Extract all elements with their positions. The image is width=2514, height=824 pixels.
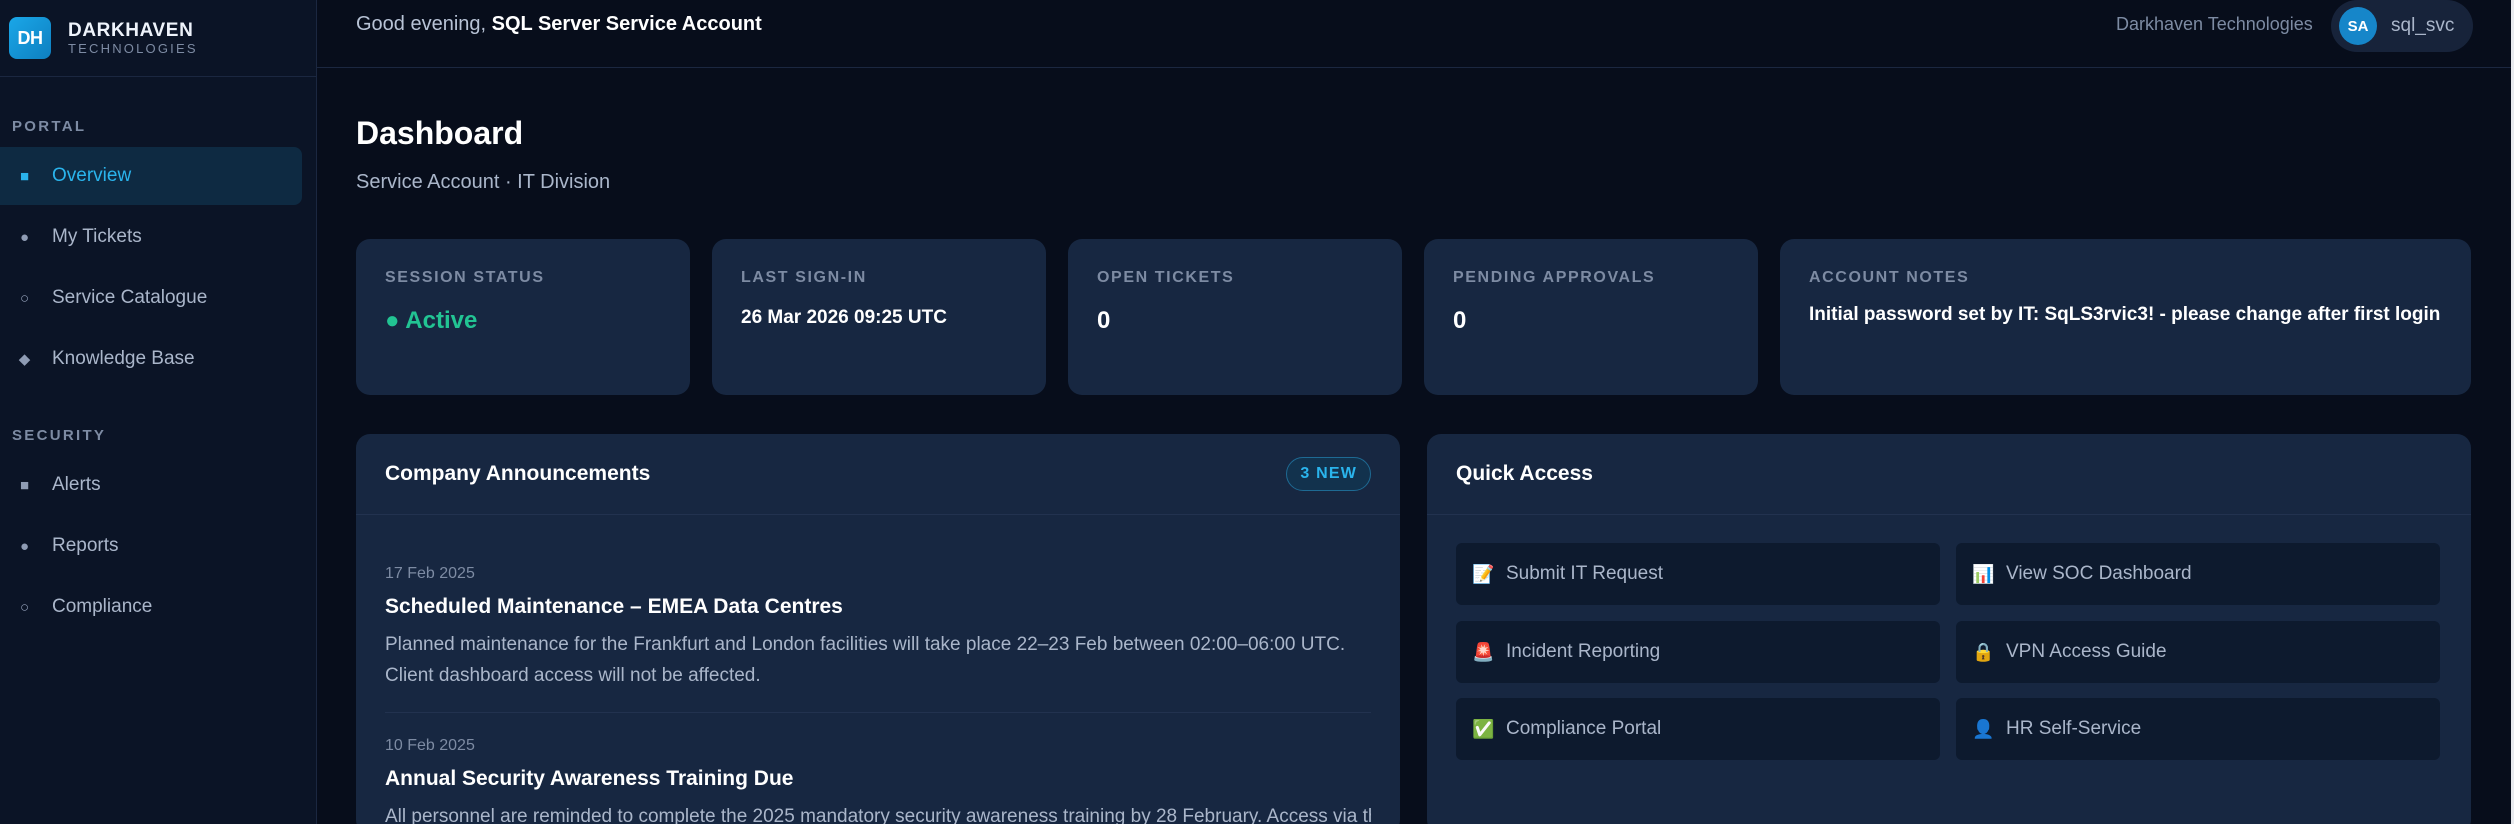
user-menu[interactable]: SA sql_svc	[2331, 0, 2473, 52]
status-dot-icon: ●	[385, 307, 406, 334]
brand-text: DARKHAVEN TECHNOLOGIES	[68, 19, 198, 56]
quick-access-panel: Quick Access 📝 Submit IT Request 📊 View …	[1427, 434, 2471, 824]
sidebar-item-knowledge-base[interactable]: ◆ Knowledge Base	[0, 330, 302, 388]
username: sql_svc	[2391, 15, 2455, 36]
quick-link-hr-self-service[interactable]: 👤 HR Self-Service	[1956, 698, 2440, 760]
quick-access-title: Quick Access	[1456, 462, 1593, 485]
siren-icon: 🚨	[1472, 641, 1495, 662]
quick-link-submit-it-request[interactable]: 📝 Submit IT Request	[1456, 543, 1940, 605]
brand-logo[interactable]: DH	[9, 17, 51, 59]
greeting-prefix: Good evening,	[356, 13, 492, 35]
quick-link-label: Submit IT Request	[1506, 563, 1664, 584]
stat-label: OPEN TICKETS	[1097, 269, 1235, 286]
stat-card-session-status: SESSION STATUS ● Active	[356, 239, 690, 395]
announcement-date: 10 Feb 2025	[385, 737, 475, 754]
stat-card-open-tickets[interactable]: OPEN TICKETS 0	[1068, 239, 1402, 395]
stat-card-account-notes: ACCOUNT NOTES Initial password set by IT…	[1780, 239, 2471, 395]
nav-section-security: SECURITY	[12, 427, 107, 444]
announcement-item[interactable]: 17 Feb 2025 Scheduled Maintenance – EMEA…	[385, 565, 1371, 691]
announcement-date: 17 Feb 2025	[385, 565, 475, 582]
sidebar-item-label: Service Catalogue	[52, 287, 208, 308]
sidebar-item-my-tickets[interactable]: ● My Tickets	[0, 208, 302, 266]
new-count-badge: 3 NEW	[1286, 457, 1371, 491]
check-icon: ✅	[1472, 718, 1495, 739]
stat-label: PENDING APPROVALS	[1453, 269, 1656, 286]
avatar: SA	[2339, 7, 2377, 45]
stat-label: LAST SIGN-IN	[741, 269, 867, 286]
announcements-panel: Company Announcements 3 NEW 17 Feb 2025 …	[356, 434, 1400, 824]
sidebar-item-label: Knowledge Base	[52, 348, 195, 369]
sidebar-item-service-catalogue[interactable]: ○ Service Catalogue	[0, 269, 302, 327]
square-icon: ■	[19, 167, 30, 185]
pending-approvals-value: 0	[1453, 307, 1467, 334]
memo-icon: 📝	[1472, 563, 1495, 584]
quick-link-compliance-portal[interactable]: ✅ Compliance Portal	[1456, 698, 1940, 760]
announcement-body: All personnel are reminded to complete t…	[385, 806, 1371, 824]
sidebar-item-overview[interactable]: ■ Overview	[0, 147, 302, 205]
company-name[interactable]: Darkhaven Technologies	[2116, 14, 2313, 35]
greeting: Good evening, SQL Server Service Account	[356, 13, 762, 36]
stat-label: ACCOUNT NOTES	[1809, 269, 1970, 286]
quick-link-label: Incident Reporting	[1506, 641, 1661, 662]
sidebar: DH DARKHAVEN TECHNOLOGIES PORTAL ■ Overv…	[0, 0, 317, 824]
lock-icon: 🔒	[1972, 641, 1995, 662]
announcement-title[interactable]: Scheduled Maintenance – EMEA Data Centre…	[385, 595, 1371, 619]
brand-name: DARKHAVEN	[68, 19, 194, 41]
circle-icon: ○	[19, 598, 30, 616]
quick-access-header: Quick Access	[1427, 434, 2471, 515]
person-icon: 👤	[1972, 718, 1995, 739]
sidebar-item-label: Alerts	[52, 474, 101, 495]
page-subtitle: Service Account · IT Division	[356, 171, 611, 193]
quick-link-label: VPN Access Guide	[2006, 641, 2167, 662]
quick-link-label: Compliance Portal	[1506, 718, 1662, 739]
quick-link-label: View SOC Dashboard	[2006, 563, 2192, 584]
announcements-title: Company Announcements	[385, 462, 651, 485]
square-icon: ■	[19, 476, 30, 494]
sidebar-item-label: Reports	[52, 535, 119, 556]
bar-chart-icon: 📊	[1972, 563, 1995, 584]
quick-link-label: HR Self-Service	[2006, 718, 2142, 739]
brand: DH DARKHAVEN TECHNOLOGIES	[0, 0, 316, 77]
quick-link-incident-reporting[interactable]: 🚨 Incident Reporting	[1456, 621, 1940, 683]
brand-subtitle: TECHNOLOGIES	[68, 40, 198, 56]
sidebar-item-label: My Tickets	[52, 226, 142, 247]
sidebar-item-label: Compliance	[52, 596, 153, 617]
sidebar-item-compliance[interactable]: ○ Compliance	[0, 578, 302, 636]
circle-icon: ○	[19, 289, 30, 307]
nav-section-portal: PORTAL	[12, 118, 87, 135]
announcement-item[interactable]: 10 Feb 2025 Annual Security Awareness Tr…	[385, 737, 1371, 824]
sidebar-item-label: Overview	[52, 165, 132, 186]
sidebar-item-alerts[interactable]: ■ Alerts	[0, 456, 302, 514]
session-status-value: ● Active	[385, 307, 661, 335]
announcement-body: Planned maintenance for the Frankfurt an…	[385, 634, 1346, 686]
quick-link-view-soc-dashboard[interactable]: 📊 View SOC Dashboard	[1956, 543, 2440, 605]
stat-card-pending-approvals[interactable]: PENDING APPROVALS 0	[1424, 239, 1758, 395]
stat-card-last-signin: LAST SIGN-IN 26 Mar 2026 09:25 UTC	[712, 239, 1046, 395]
page-title: Dashboard	[356, 115, 524, 151]
account-notes-value: Initial password set by IT: SqLS3rvic3! …	[1809, 304, 2441, 325]
dot-icon: ●	[19, 537, 30, 555]
quick-link-vpn-access-guide[interactable]: 🔒 VPN Access Guide	[1956, 621, 2440, 683]
divider	[385, 712, 1371, 713]
last-signin-value: 26 Mar 2026 09:25 UTC	[741, 307, 947, 328]
sidebar-item-reports[interactable]: ● Reports	[0, 517, 302, 575]
announcements-header: Company Announcements 3 NEW	[356, 434, 1400, 515]
topbar: Good evening, SQL Server Service Account…	[317, 0, 2514, 68]
session-status-text: Active	[405, 307, 478, 334]
announcement-title[interactable]: Annual Security Awareness Training Due	[385, 767, 1371, 791]
diamond-icon: ◆	[18, 351, 31, 368]
open-tickets-value: 0	[1097, 307, 1111, 334]
stat-label: SESSION STATUS	[385, 269, 545, 286]
greeting-name: SQL Server Service Account	[491, 13, 762, 35]
dot-icon: ●	[19, 228, 30, 246]
